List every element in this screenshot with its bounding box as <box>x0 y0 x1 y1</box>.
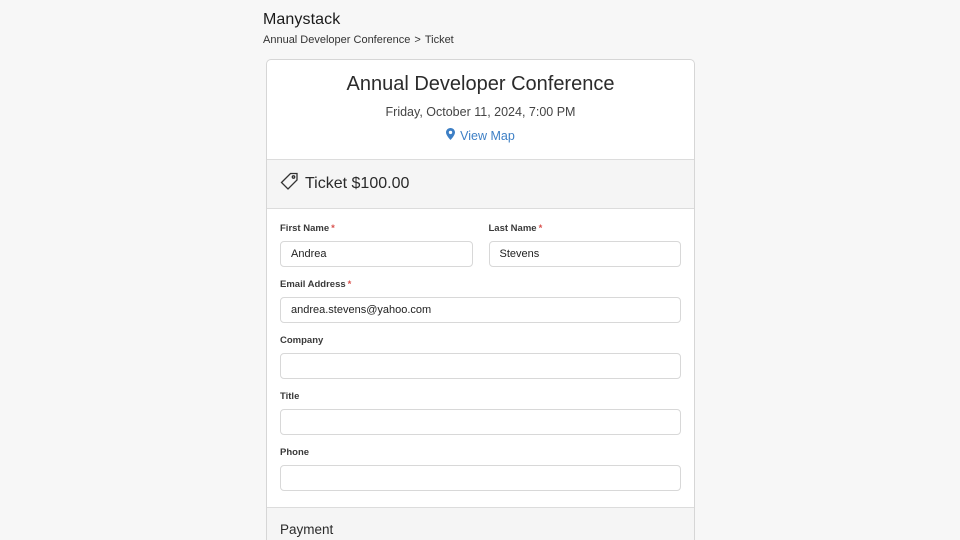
first-name-label: First Name * <box>280 223 335 234</box>
attendee-form: First Name* Last Name* Email Address* Co… <box>267 209 694 491</box>
view-map-link[interactable]: View Map <box>446 128 515 143</box>
payment-title: Payment <box>280 522 334 537</box>
email-field: Email Address * <box>280 279 681 323</box>
breadcrumb-separator: > <box>414 34 421 46</box>
view-map-label: View Map <box>460 128 515 143</box>
title-field: Title <box>280 391 681 435</box>
email-input[interactable] <box>280 297 681 323</box>
required-mark: * <box>331 223 335 234</box>
ticket-bar: Ticket $100.00 <box>267 160 694 209</box>
last-name-input[interactable] <box>488 241 681 267</box>
required-mark: * <box>347 279 352 290</box>
payment-section: Payment <box>267 507 694 540</box>
phone-input[interactable] <box>280 465 681 491</box>
phone-field: Phone <box>280 447 681 491</box>
site-header: Manystack Annual Developer Conference > … <box>263 11 454 46</box>
required-mark: * <box>538 223 543 234</box>
company-label: Company <box>280 335 324 346</box>
ticket-card: Annual Developer Conference Friday, Octo… <box>266 59 695 540</box>
last-name-label: Last Name * <box>488 223 543 234</box>
title-label: Title <box>280 391 300 402</box>
title-input[interactable] <box>280 409 681 435</box>
ticket-tag-icon <box>280 172 299 196</box>
first-name-input[interactable] <box>280 241 473 267</box>
phone-label: Phone <box>280 447 310 458</box>
company-field: Company <box>280 335 681 379</box>
breadcrumb-event[interactable]: Annual Developer Conference <box>263 34 410 46</box>
event-title: Annual Developer Conference <box>346 73 615 95</box>
breadcrumb: Annual Developer Conference > Ticket <box>263 34 454 46</box>
event-date: Friday, October 11, 2024, 7:00 PM <box>385 105 576 119</box>
map-pin-icon <box>446 128 456 143</box>
first-name-field: First Name * <box>280 223 473 267</box>
breadcrumb-current: Ticket <box>424 34 454 46</box>
brand-name[interactable]: Manystack <box>263 11 454 29</box>
company-input[interactable] <box>280 353 681 379</box>
last-name-field: Last Name * <box>488 223 681 267</box>
event-header: Annual Developer Conference Friday, Octo… <box>267 60 694 160</box>
email-label: Email Address * <box>280 279 352 290</box>
ticket-label: Ticket $100.00 <box>305 175 410 192</box>
